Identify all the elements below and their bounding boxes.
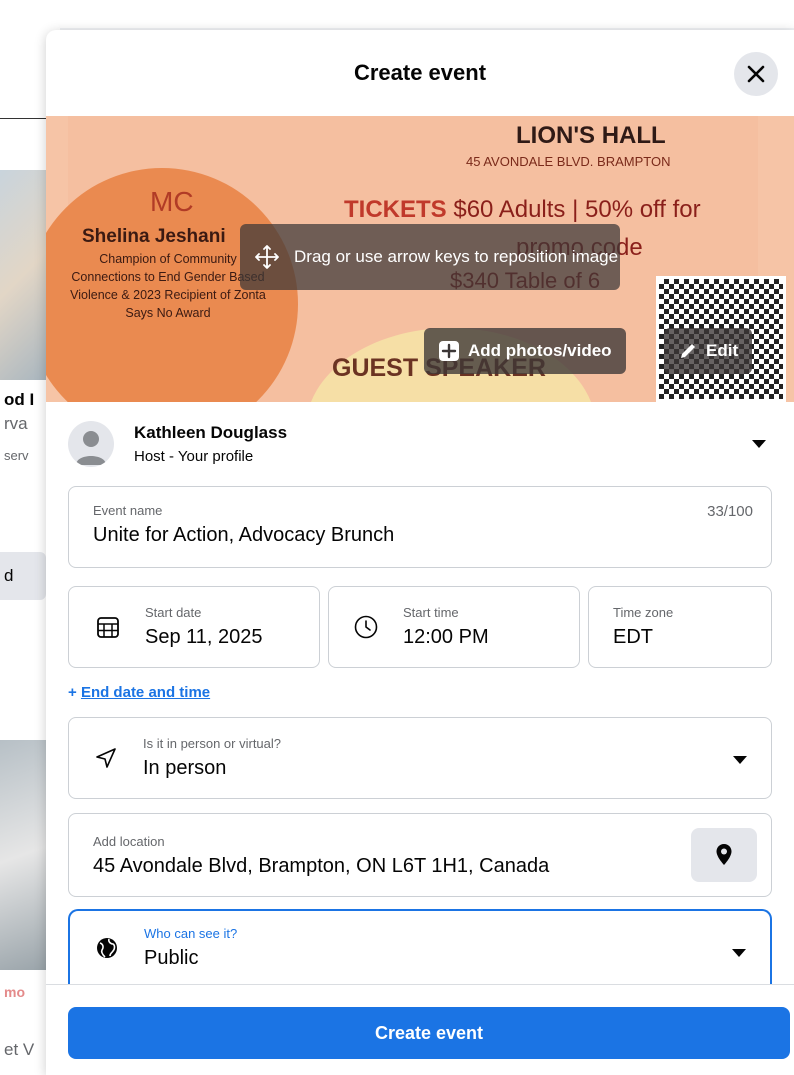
poster-tickets: TICKETS $60 Adults | 50% off for [344, 196, 701, 224]
background-text: serv [4, 448, 29, 463]
clock-icon [354, 615, 378, 639]
time-zone-value: EDT [613, 626, 653, 648]
add-photo-icon [439, 341, 459, 361]
create-event-button[interactable]: Create event [68, 1007, 790, 1059]
start-time-value: 12:00 PM [403, 626, 489, 648]
character-counter: 33/100 [707, 503, 753, 520]
modal-title: Create event [353, 60, 487, 85]
start-date-field[interactable]: Start date Sep 11, 2025 [68, 586, 320, 668]
avatar [68, 421, 114, 467]
caret-down-icon [752, 440, 766, 448]
move-icon [255, 245, 279, 269]
start-date-label: Start date [145, 605, 202, 620]
edit-label: Edit [706, 341, 739, 360]
event-form: Kathleen Douglass Host - Your profile Ev… [46, 402, 794, 985]
background-thumbnail [0, 170, 46, 380]
mode-value: In person [143, 757, 227, 779]
privacy-select[interactable]: Who can see it? Public [68, 909, 772, 985]
caret-down-icon [733, 756, 747, 764]
poster-address: 45 AVONDALE BLVD. BRAMPTON [466, 154, 671, 169]
background-divider [0, 118, 46, 119]
background-text: et V [4, 1040, 35, 1059]
host-name: Kathleen Douglass [134, 423, 288, 442]
poster-mc-heading: MC [150, 186, 194, 217]
time-zone-label: Time zone [613, 605, 674, 620]
location-arrow-icon [96, 748, 116, 768]
calendar-icon [97, 617, 119, 638]
drag-reposition-hint: Drag or use arrow keys to reposition ima… [240, 224, 620, 290]
mode-label: Is it in person or virtual? [143, 736, 282, 751]
globe-icon [97, 938, 117, 958]
event-name-label: Event name [93, 503, 163, 518]
caret-down-icon [732, 949, 746, 957]
map-pin-button[interactable] [691, 828, 757, 882]
add-photos-label: Add photos/video [468, 341, 612, 360]
location-field[interactable]: Add location 45 Avondale Blvd, Brampton,… [68, 813, 772, 897]
host-selector[interactable]: Kathleen Douglass Host - Your profile [68, 402, 772, 486]
in-person-virtual-select[interactable]: Is it in person or virtual? In person [68, 717, 772, 799]
profile-placeholder-icon [76, 431, 106, 465]
background-text: rva [4, 414, 28, 433]
close-icon [747, 65, 765, 83]
poster-tickets-label: TICKETS [344, 196, 447, 223]
privacy-label: Who can see it? [144, 926, 238, 941]
edit-cover-button[interactable]: Edit [664, 328, 753, 374]
location-value: 45 Avondale Blvd, Brampton, ON L6T 1H1, … [93, 855, 550, 877]
drag-hint-text: Drag or use arrow keys to reposition ima… [294, 247, 619, 266]
create-event-modal: Create event MC Shelina Jeshani Champion… [46, 30, 794, 1075]
host-subtitle: Host - Your profile [134, 448, 254, 465]
time-zone-field[interactable]: Time zone EDT [588, 586, 772, 668]
host-info: Kathleen Douglass Host - Your profile [134, 423, 287, 465]
add-photos-button[interactable]: Add photos/video [424, 328, 626, 374]
pencil-icon [681, 344, 695, 358]
event-name-field[interactable]: Event name Unite for Action, Advocacy Br… [68, 486, 772, 568]
modal-footer: Create event [46, 984, 794, 1075]
end-link-label: End date and time [80, 684, 211, 701]
start-time-field[interactable]: Start time 12:00 PM [328, 586, 580, 668]
event-name-value: Unite for Action, Advocacy Brunch [93, 524, 395, 546]
start-date-value: Sep 11, 2025 [145, 626, 263, 648]
poster-venue: LION'S HALL [516, 122, 666, 149]
close-button[interactable] [734, 52, 778, 96]
background-text: d [4, 566, 14, 585]
cover-image[interactable]: MC Shelina Jeshani Champion of Community… [46, 116, 794, 402]
background-thumbnail [0, 740, 46, 970]
end-link-prefix: + [68, 684, 77, 701]
start-time-label: Start time [403, 605, 459, 620]
poster-mc-name: Shelina Jeshani [82, 226, 226, 247]
background-topbar [0, 0, 794, 28]
modal-header: Create event [46, 30, 794, 116]
poster-tickets-text: $60 Adults | 50% off for [453, 196, 701, 223]
privacy-value: Public [144, 947, 199, 969]
background-text: od I [4, 390, 35, 409]
map-pin-icon [716, 844, 732, 865]
poster-mc-description: Champion of Community Connections to End… [70, 252, 266, 320]
location-label: Add location [93, 834, 165, 849]
date-time-row: Start date Sep 11, 2025 Start time 12:00… [68, 586, 772, 668]
end-date-time-link[interactable]: + End date and time [68, 684, 772, 701]
background-text: mo [4, 984, 25, 1000]
